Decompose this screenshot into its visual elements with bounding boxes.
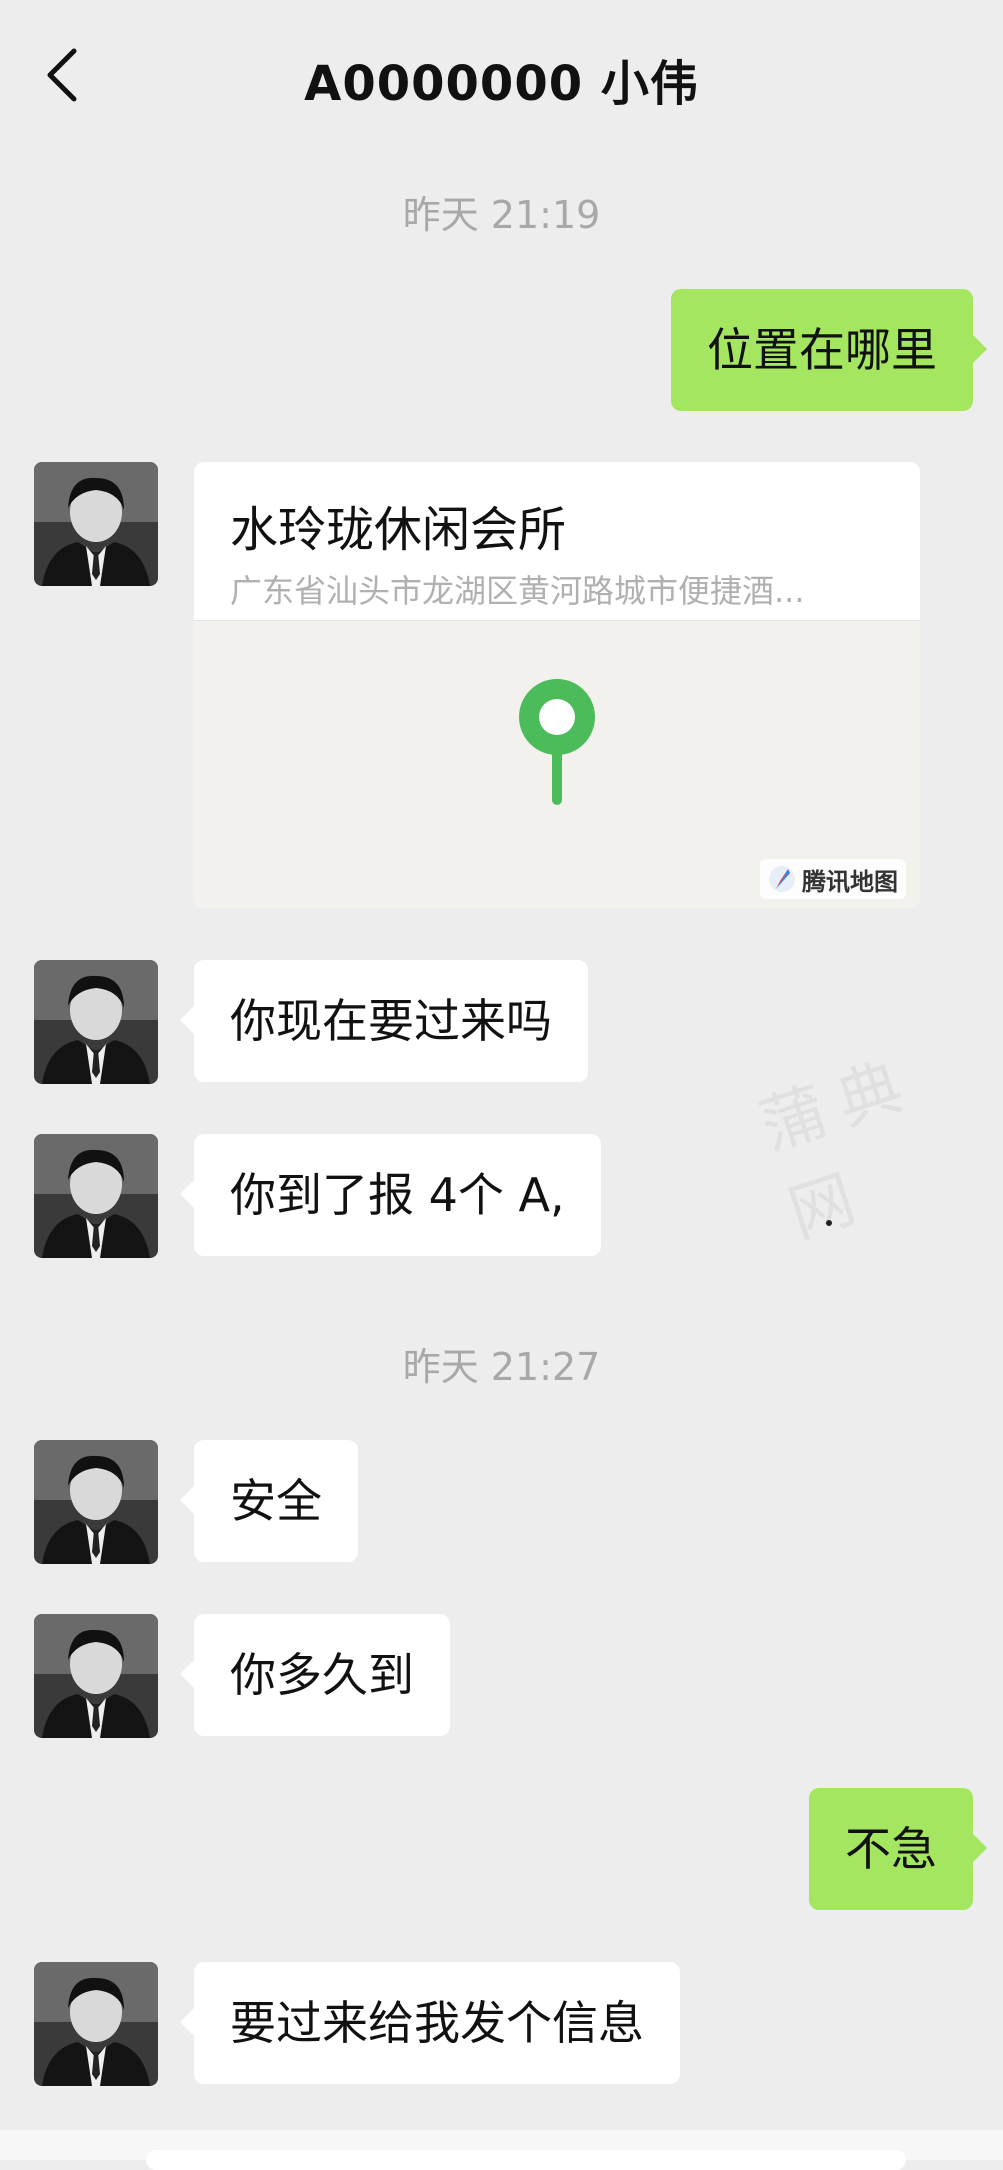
chat-header: A0000000 小伟 bbox=[0, 0, 1003, 150]
watermark: 蒲典网 bbox=[751, 1045, 927, 1253]
avatar[interactable] bbox=[34, 462, 158, 586]
dot-mark bbox=[826, 1220, 832, 1226]
avatar[interactable] bbox=[34, 1440, 158, 1564]
map-brand: 腾讯地图 bbox=[760, 859, 906, 899]
map-brand-label: 腾讯地图 bbox=[802, 867, 898, 896]
chat-title: A0000000 小伟 bbox=[304, 56, 699, 112]
location-map: 腾讯地图 bbox=[194, 620, 920, 908]
timestamp: 昨天 21:27 bbox=[402, 1345, 601, 1389]
avatar[interactable] bbox=[34, 1962, 158, 2086]
timestamp: 昨天 21:19 bbox=[402, 193, 601, 237]
incoming-message[interactable]: 要过来给我发个信息 bbox=[180, 1962, 680, 2084]
incoming-message[interactable]: 你多久到 bbox=[180, 1614, 450, 1736]
map-pin-icon bbox=[519, 679, 595, 805]
avatar[interactable] bbox=[34, 960, 158, 1084]
outgoing-message[interactable]: 位置在哪里 bbox=[671, 289, 987, 411]
tencent-map-logo-icon bbox=[769, 866, 795, 892]
location-card[interactable]: 水玲珑休闲会所 广东省汕头市龙湖区黄河路城市便捷酒... 腾讯地图 bbox=[194, 462, 920, 908]
location-name: 水玲珑休闲会所 bbox=[230, 502, 567, 558]
outgoing-message[interactable]: 不急 bbox=[809, 1788, 987, 1910]
incoming-message[interactable]: 你到了报 4个 A, bbox=[180, 1134, 601, 1256]
avatar[interactable] bbox=[34, 1134, 158, 1258]
incoming-message[interactable]: 安全 bbox=[180, 1440, 358, 1562]
message-input[interactable] bbox=[146, 2150, 906, 2170]
avatar[interactable] bbox=[34, 1614, 158, 1738]
incoming-message[interactable]: 你现在要过来吗 bbox=[180, 960, 588, 1082]
location-address: 广东省汕头市龙湖区黄河路城市便捷酒... bbox=[230, 572, 805, 610]
